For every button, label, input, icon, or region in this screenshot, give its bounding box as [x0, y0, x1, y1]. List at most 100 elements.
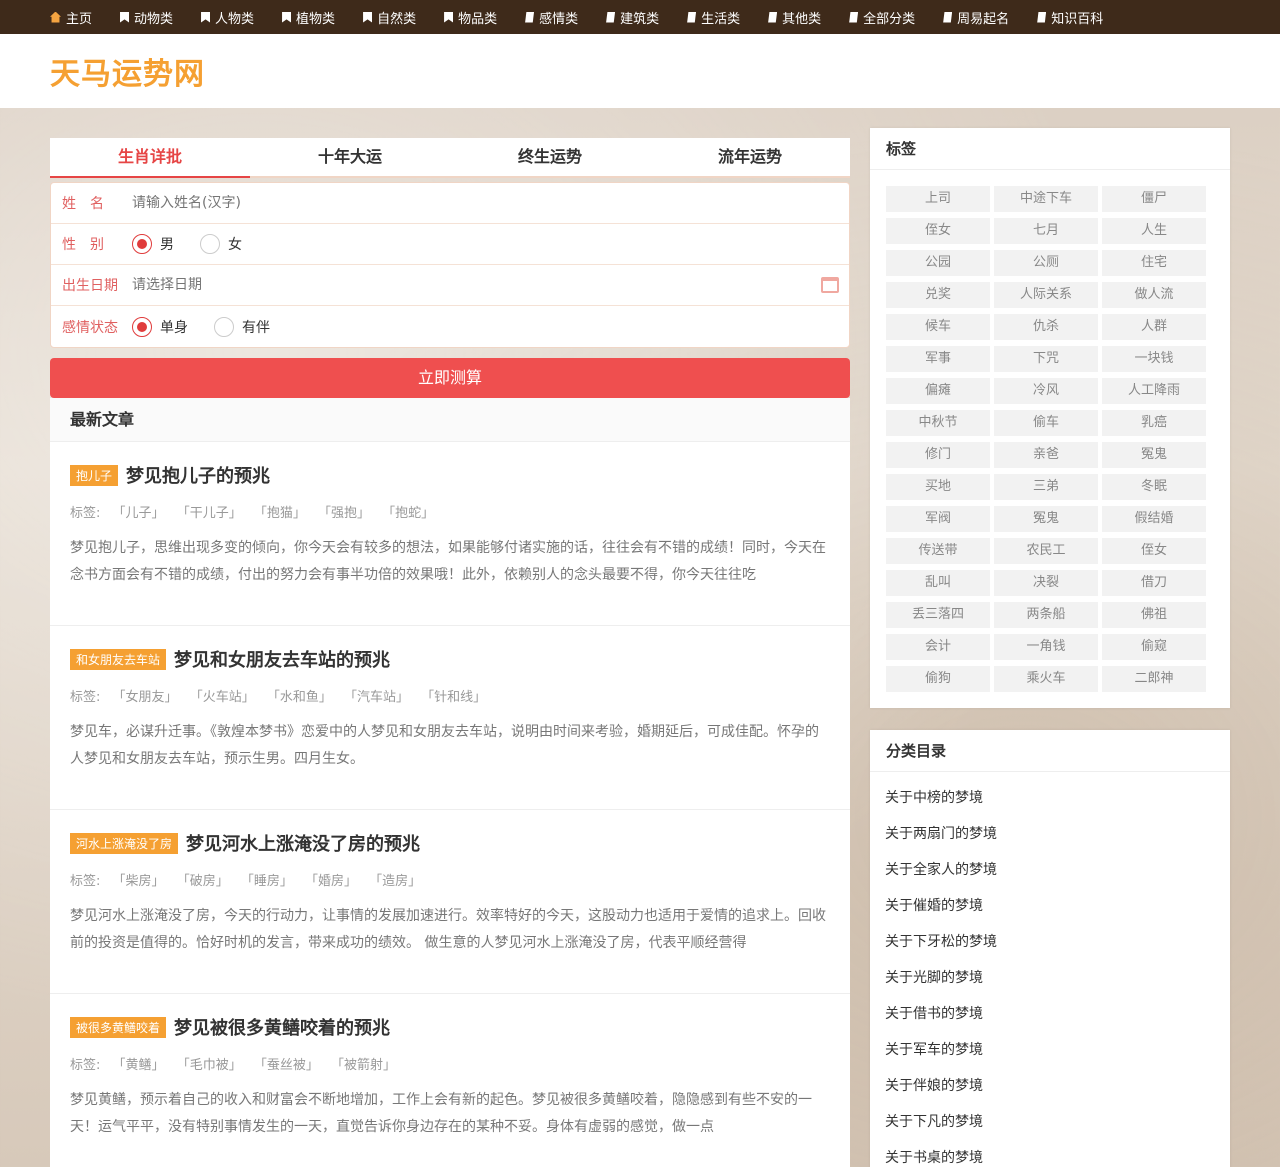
- sidebar-tag[interactable]: 借刀: [1102, 570, 1206, 596]
- sidebar-tag[interactable]: 侄女: [886, 218, 990, 244]
- category-item[interactable]: 关于全家人的梦境: [885, 852, 1230, 888]
- sidebar-tag[interactable]: 中秋节: [886, 410, 990, 436]
- category-item[interactable]: 关于借书的梦境: [885, 996, 1230, 1032]
- sidebar-tag[interactable]: 人生: [1102, 218, 1206, 244]
- article-badge[interactable]: 河水上涨淹没了房: [70, 832, 179, 854]
- site-logo[interactable]: 天马运势网: [50, 49, 205, 93]
- nav-item-plants[interactable]: 植物类: [282, 0, 335, 34]
- sidebar-tag[interactable]: 做人流: [1102, 282, 1206, 308]
- status-single-radio[interactable]: 单身: [132, 316, 188, 337]
- sidebar-tag[interactable]: 公园: [886, 250, 990, 276]
- sidebar-tag[interactable]: 传送带: [886, 538, 990, 564]
- article-tag[interactable]: 「造房」: [369, 874, 421, 889]
- category-item[interactable]: 关于下牙松的梦境: [885, 924, 1230, 960]
- article-title[interactable]: 梦见抱儿子的预兆: [126, 462, 270, 488]
- sidebar-tag[interactable]: 偷窥: [1102, 634, 1206, 660]
- category-item[interactable]: 关于下凡的梦境: [885, 1104, 1230, 1140]
- nav-item-wiki[interactable]: 知识百科: [1037, 0, 1103, 34]
- article-tag[interactable]: 「毛巾被」: [177, 1058, 242, 1073]
- nav-item-other[interactable]: 其他类: [768, 0, 821, 34]
- sidebar-tag[interactable]: 假结婚: [1102, 506, 1206, 532]
- sidebar-tag[interactable]: 军阀: [886, 506, 990, 532]
- article-tag[interactable]: 「火车站」: [190, 690, 255, 705]
- nav-item-nature[interactable]: 自然类: [363, 0, 416, 34]
- article-tag[interactable]: 「被箭射」: [331, 1058, 396, 1073]
- article-tag[interactable]: 「女朋友」: [113, 690, 178, 705]
- sidebar-tag[interactable]: 偷车: [994, 410, 1098, 436]
- tab-ten-year[interactable]: 十年大运: [250, 138, 450, 176]
- nav-item-building[interactable]: 建筑类: [606, 0, 659, 34]
- calendar-icon[interactable]: [821, 277, 839, 293]
- article-tag[interactable]: 「抱猫」: [254, 506, 306, 521]
- tab-yearly[interactable]: 流年运势: [650, 138, 850, 176]
- sidebar-tag[interactable]: 两条船: [994, 602, 1098, 628]
- sidebar-tag[interactable]: 冤鬼: [1102, 442, 1206, 468]
- sidebar-tag[interactable]: 人际关系: [994, 282, 1098, 308]
- sidebar-tag[interactable]: 偏瘫: [886, 378, 990, 404]
- tab-zodiac[interactable]: 生肖详批: [50, 138, 250, 178]
- article-tag[interactable]: 「针和线」: [421, 690, 486, 705]
- nav-item-home[interactable]: 主页: [50, 0, 92, 34]
- sidebar-tag[interactable]: 上司: [886, 186, 990, 212]
- sidebar-tag[interactable]: 僵尸: [1102, 186, 1206, 212]
- category-item[interactable]: 关于伴娘的梦境: [885, 1068, 1230, 1104]
- category-item[interactable]: 关于光脚的梦境: [885, 960, 1230, 996]
- article-tag[interactable]: 「强抱」: [318, 506, 370, 521]
- article-tag[interactable]: 「水和鱼」: [267, 690, 332, 705]
- article-tag[interactable]: 「蚕丝被」: [254, 1058, 319, 1073]
- sidebar-tag[interactable]: 军事: [886, 346, 990, 372]
- sidebar-tag[interactable]: 仇杀: [994, 314, 1098, 340]
- sidebar-tag[interactable]: 亲爸: [994, 442, 1098, 468]
- sidebar-tag[interactable]: 修门: [886, 442, 990, 468]
- sidebar-tag[interactable]: 乱叫: [886, 570, 990, 596]
- category-item[interactable]: 关于催婚的梦境: [885, 888, 1230, 924]
- article-title[interactable]: 梦见被很多黄鳝咬着的预兆: [174, 1014, 390, 1040]
- article-tag[interactable]: 「儿子」: [113, 506, 165, 521]
- article-tag[interactable]: 「抱蛇」: [382, 506, 434, 521]
- gender-male-radio[interactable]: 男: [132, 234, 174, 254]
- article-title[interactable]: 梦见河水上涨淹没了房的预兆: [186, 830, 420, 856]
- nav-item-people[interactable]: 人物类: [201, 0, 254, 34]
- sidebar-tag[interactable]: 佛祖: [1102, 602, 1206, 628]
- nav-item-objects[interactable]: 物品类: [444, 0, 497, 34]
- article-tag[interactable]: 「睡房」: [241, 874, 293, 889]
- sidebar-tag[interactable]: 公厕: [994, 250, 1098, 276]
- sidebar-tag[interactable]: 一块钱: [1102, 346, 1206, 372]
- article-tag[interactable]: 「黄鳝」: [113, 1058, 165, 1073]
- submit-button[interactable]: 立即测算: [50, 358, 850, 398]
- nav-item-life[interactable]: 生活类: [687, 0, 740, 34]
- article-title[interactable]: 梦见和女朋友去车站的预兆: [174, 646, 390, 672]
- birth-date-input[interactable]: [132, 277, 732, 293]
- article-badge[interactable]: 被很多黄鳝咬着: [70, 1016, 167, 1038]
- category-item[interactable]: 关于两扇门的梦境: [885, 816, 1230, 852]
- sidebar-tag[interactable]: 三弟: [994, 474, 1098, 500]
- sidebar-tag[interactable]: 买地: [886, 474, 990, 500]
- sidebar-tag[interactable]: 候车: [886, 314, 990, 340]
- tab-lifetime[interactable]: 终生运势: [450, 138, 650, 176]
- nav-item-emotion[interactable]: 感情类: [525, 0, 578, 34]
- gender-female-radio[interactable]: 女: [200, 234, 242, 254]
- category-item[interactable]: 关于中榜的梦境: [885, 780, 1230, 816]
- sidebar-tag[interactable]: 住宅: [1102, 250, 1206, 276]
- article-tag[interactable]: 「破房」: [177, 874, 229, 889]
- sidebar-tag[interactable]: 偷狗: [886, 666, 990, 692]
- sidebar-tag[interactable]: 侄女: [1102, 538, 1206, 564]
- status-partner-radio[interactable]: 有伴: [214, 316, 270, 337]
- sidebar-tag[interactable]: 中途下车: [994, 186, 1098, 212]
- sidebar-tag[interactable]: 乳癌: [1102, 410, 1206, 436]
- sidebar-tag[interactable]: 冷风: [994, 378, 1098, 404]
- nav-item-all[interactable]: 全部分类: [849, 0, 915, 34]
- article-tag[interactable]: 「汽车站」: [344, 690, 409, 705]
- sidebar-tag[interactable]: 二郎神: [1102, 666, 1206, 692]
- sidebar-tag[interactable]: 人工降雨: [1102, 378, 1206, 404]
- sidebar-tag[interactable]: 人群: [1102, 314, 1206, 340]
- sidebar-tag[interactable]: 会计: [886, 634, 990, 660]
- sidebar-tag[interactable]: 乘火车: [994, 666, 1098, 692]
- nav-item-naming[interactable]: 周易起名: [943, 0, 1009, 34]
- article-tag[interactable]: 「柴房」: [113, 874, 165, 889]
- article-tag[interactable]: 「干儿子」: [177, 506, 242, 521]
- category-item[interactable]: 关于书桌的梦境: [885, 1140, 1230, 1167]
- article-badge[interactable]: 抱儿子: [70, 464, 119, 486]
- sidebar-tag[interactable]: 冤鬼: [994, 506, 1098, 532]
- sidebar-tag[interactable]: 七月: [994, 218, 1098, 244]
